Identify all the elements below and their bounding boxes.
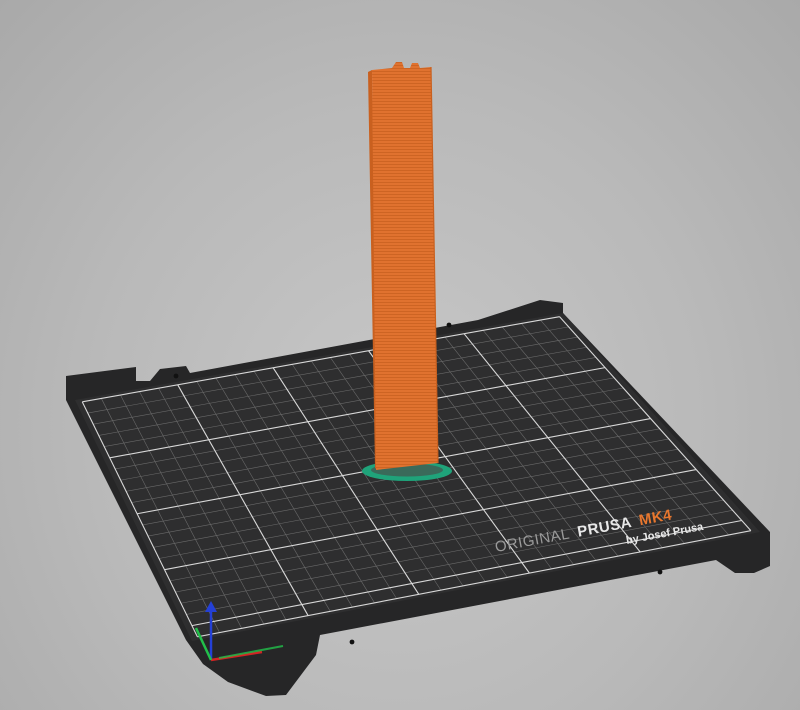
object-column <box>372 62 438 470</box>
bed-mount-hole <box>173 373 179 379</box>
bed-mount-hole <box>349 639 355 645</box>
3d-viewport[interactable]: ORIGINAL PRUSA MK4 by Josef Prusa <box>0 0 800 710</box>
bed-mount-hole <box>657 569 663 575</box>
scene-canvas[interactable]: ORIGINAL PRUSA MK4 by Josef Prusa <box>0 0 800 710</box>
bed-mount-hole <box>446 322 452 328</box>
